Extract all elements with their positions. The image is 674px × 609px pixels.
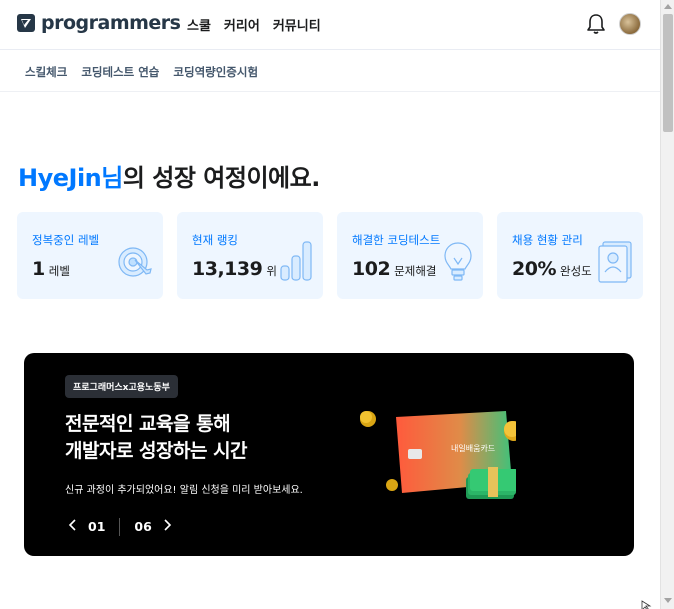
- promo-banner[interactable]: 프로그래머스x고용노동부 전문적인 교육을 통해 개발자로 성장하는 시간 신규…: [24, 353, 634, 556]
- stat-card-ranking[interactable]: 현재 랭킹 13,139 위: [177, 212, 323, 299]
- banner-headline: 전문적인 교육을 통해 개발자로 성장하는 시간: [65, 411, 248, 465]
- top-navigation: programmers 스쿨 커리어 커뮤니티: [0, 0, 660, 50]
- stat-label: 정복중인 레벨: [32, 233, 100, 247]
- mouse-cursor-icon: [641, 597, 653, 609]
- main-menu: 스쿨 커리어 커뮤니티: [187, 15, 321, 34]
- banner-headline-line1: 전문적인 교육을 통해: [65, 413, 231, 435]
- stat-value: 20%: [512, 258, 556, 280]
- stat-value: 13,139: [192, 258, 263, 280]
- menu-item-community[interactable]: 커뮤니티: [273, 15, 321, 34]
- subnav-item-certification-exam[interactable]: 코딩역량인증시험: [173, 64, 258, 80]
- lightbulb-icon: [441, 240, 475, 288]
- stat-unit: 위: [266, 264, 277, 278]
- card-label: 내일배움카드: [451, 444, 495, 453]
- payment-card-illustration: 내일배움카드: [356, 403, 524, 527]
- notification-bell-icon[interactable]: [586, 13, 606, 39]
- total-pages: 06: [134, 519, 152, 534]
- pager-divider: [119, 517, 121, 536]
- menu-item-career[interactable]: 커리어: [224, 15, 260, 34]
- page-title: HyeJin님의 성장 여정이에요.: [18, 158, 320, 193]
- banner-pager: 01 06: [68, 517, 172, 536]
- chevron-right-icon[interactable]: [162, 517, 172, 536]
- logo-text: programmers: [41, 12, 181, 34]
- bar-chart-icon: [279, 240, 315, 288]
- banner-headline-line2: 개발자로 성장하는 시간: [65, 440, 248, 462]
- stat-label: 해결한 코딩테스트: [352, 233, 441, 247]
- logo-icon: [17, 14, 35, 32]
- stat-card-solved[interactable]: 해결한 코딩테스트 102 문제해결: [337, 212, 483, 299]
- user-avatar[interactable]: [619, 13, 641, 35]
- banner-subtitle: 신규 과정이 추가되었어요! 알림 신청을 미리 받아보세요.: [65, 485, 303, 496]
- scroll-up-arrow-icon[interactable]: [664, 4, 672, 9]
- greeting-text: 의 성장 여정이에요.: [122, 164, 320, 192]
- current-page: 01: [88, 519, 106, 534]
- sub-navigation: 스킬체크 코딩테스트 연습 코딩역량인증시험: [0, 50, 660, 92]
- stat-card-recruit[interactable]: 채용 현황 관리 20% 완성도: [497, 212, 643, 299]
- stat-label: 현재 랭킹: [192, 233, 238, 247]
- stat-cards: 정복중인 레벨 1 레벨 현재 랭킹 13,139 위 해결한 코딩테스트 10…: [17, 212, 643, 299]
- stat-unit: 레벨: [48, 264, 70, 278]
- subnav-item-codingtest-practice[interactable]: 코딩테스트 연습: [81, 64, 159, 80]
- stat-unit: 완성도: [559, 264, 592, 278]
- chevron-left-icon[interactable]: [68, 517, 78, 536]
- username: HyeJin님: [18, 164, 123, 192]
- programmers-logo[interactable]: programmers: [17, 12, 181, 34]
- resume-icon: [595, 240, 635, 288]
- banner-badge: 프로그래머스x고용노동부: [65, 375, 178, 398]
- scroll-thumb[interactable]: [663, 14, 673, 132]
- target-icon: [115, 240, 155, 284]
- stat-unit: 문제해결: [394, 264, 437, 278]
- stat-card-level[interactable]: 정복중인 레벨 1 레벨: [17, 212, 163, 299]
- menu-item-school[interactable]: 스쿨: [187, 15, 211, 34]
- stat-value: 102: [352, 258, 391, 280]
- subnav-item-skillcheck[interactable]: 스킬체크: [25, 64, 67, 80]
- vertical-scrollbar[interactable]: [660, 0, 674, 609]
- stat-label: 채용 현황 관리: [512, 233, 583, 247]
- stat-value: 1: [32, 258, 45, 280]
- scroll-down-arrow-icon[interactable]: [664, 598, 672, 603]
